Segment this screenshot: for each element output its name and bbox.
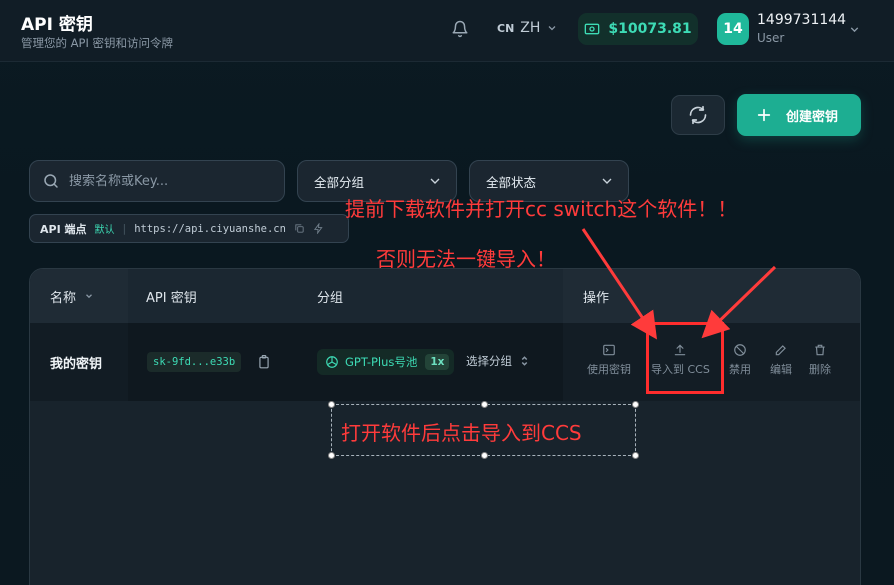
- status-filter-label: 全部状态: [486, 174, 537, 190]
- group-multiplier: 1x: [425, 354, 450, 370]
- resize-handle[interactable]: [481, 452, 488, 459]
- balance-amount: $10073.81: [608, 21, 692, 37]
- api-endpoint-bar: API 端点 默认 | https://api.ciyuanshe.cn: [29, 214, 349, 243]
- endpoint-label: API 端点: [40, 222, 87, 236]
- user-id[interactable]: 1499731144: [757, 12, 846, 28]
- avatar[interactable]: 14: [717, 13, 749, 45]
- search-icon: [44, 174, 58, 188]
- annotation-instruction: 打开软件后点击导入到CCS: [341, 421, 582, 445]
- table-header: 名称 API 密钥 分组 操作: [30, 269, 860, 323]
- resize-handle[interactable]: [632, 452, 639, 459]
- lang-label: ZH: [520, 20, 541, 36]
- select-group-dropdown[interactable]: 选择分组: [466, 353, 529, 369]
- use-key-label: 使用密钥: [587, 363, 631, 376]
- column-header-name[interactable]: 名称: [30, 269, 128, 323]
- resize-handle[interactable]: [328, 401, 335, 408]
- resize-handle[interactable]: [632, 401, 639, 408]
- clipboard-icon[interactable]: [257, 354, 271, 370]
- lightning-icon[interactable]: [313, 223, 324, 234]
- chevron-down-icon: [548, 26, 556, 31]
- use-key-button[interactable]: 使用密钥: [587, 343, 631, 377]
- user-role: User: [757, 31, 785, 45]
- select-group-label: 选择分组: [466, 354, 512, 368]
- endpoint-default-badge: 默认: [94, 225, 115, 236]
- chevron-down-icon: [430, 178, 440, 184]
- api-key-value[interactable]: sk-9fd...e33b: [147, 352, 242, 372]
- trash-icon: [815, 344, 825, 356]
- endpoint-divider: |: [122, 222, 127, 235]
- balance-badge[interactable]: $10073.81: [578, 13, 698, 45]
- annotation-highlight-box: [646, 322, 724, 394]
- chevron-up-down-icon: [521, 356, 528, 366]
- endpoint-url: https://api.ciyuanshe.cn: [134, 222, 286, 235]
- disable-button[interactable]: 禁用: [729, 343, 751, 377]
- delete-button[interactable]: 删除: [809, 343, 831, 377]
- bell-icon[interactable]: [451, 20, 469, 38]
- wallet-icon: [585, 23, 600, 35]
- search-input[interactable]: [69, 173, 259, 189]
- column-header-group: 分组: [317, 290, 344, 306]
- openai-icon: [326, 356, 338, 368]
- chevron-down-icon[interactable]: [848, 23, 861, 36]
- top-header: API 密钥 管理您的 API 密钥和访问令牌 CN ZH $10073.81 …: [0, 0, 894, 62]
- page-title: API 密钥: [21, 15, 93, 35]
- group-badge: GPT-Plus号池 1x: [317, 349, 455, 375]
- create-key-label: 创建密钥: [786, 109, 839, 125]
- group-filter-label: 全部分组: [314, 174, 365, 190]
- search-box[interactable]: [29, 160, 285, 202]
- plus-icon: [757, 108, 771, 122]
- edit-icon: [775, 345, 786, 356]
- column-name-label: 名称: [50, 290, 77, 306]
- terminal-icon: [603, 344, 615, 356]
- ban-icon: [734, 344, 746, 356]
- disable-label: 禁用: [729, 363, 751, 376]
- delete-label: 删除: [809, 363, 831, 376]
- refresh-icon: [689, 105, 707, 125]
- language-switcher[interactable]: CN ZH: [497, 20, 558, 36]
- resize-handle[interactable]: [481, 401, 488, 408]
- copy-icon[interactable]: [294, 223, 305, 234]
- annotation-import-warning: 否则无法一键导入！: [376, 247, 556, 271]
- column-header-actions: 操作: [563, 269, 860, 323]
- create-key-button[interactable]: 创建密钥: [737, 94, 861, 136]
- chevron-down-icon: [86, 294, 92, 299]
- key-name: 我的密钥: [30, 323, 128, 401]
- refresh-button[interactable]: [671, 95, 725, 135]
- annotation-download-warning: 提前下载软件并打开cc switch这个软件！！: [345, 197, 738, 221]
- lang-code: CN: [497, 21, 515, 35]
- resize-handle[interactable]: [328, 452, 335, 459]
- table-row: 我的密钥 sk-9fd...e33b GPT-Plus号池 1x 选择分组 使用…: [30, 323, 860, 401]
- chevron-down-icon: [602, 178, 612, 184]
- annotation-textbox: 打开软件后点击导入到CCS: [328, 401, 639, 459]
- edit-label: 编辑: [770, 363, 792, 376]
- column-header-key: API 密钥: [146, 290, 197, 306]
- edit-button[interactable]: 编辑: [770, 343, 792, 377]
- page-subtitle: 管理您的 API 密钥和访问令牌: [21, 36, 174, 50]
- group-name: GPT-Plus号池: [345, 355, 418, 369]
